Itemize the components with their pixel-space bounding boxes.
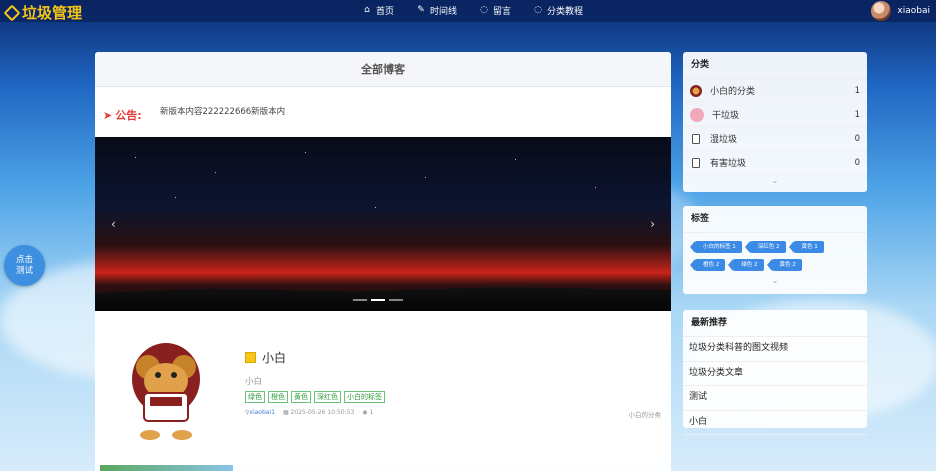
- post-summary: 小白: [245, 377, 263, 387]
- recommend-item[interactable]: 垃圾分类文章: [683, 362, 867, 386]
- post-category[interactable]: 小白的分类: [629, 409, 662, 419]
- eye-icon: ◉: [362, 409, 368, 416]
- category-count: 0: [854, 133, 860, 144]
- page-title: 全部博客: [95, 52, 671, 87]
- announcement-label: ➤ 公告:: [103, 107, 142, 123]
- category-name: 干垃圾: [712, 111, 740, 121]
- post-thumbnail[interactable]: [100, 319, 233, 451]
- carousel-prev-button[interactable]: ‹: [111, 217, 116, 231]
- logo-icon: [3, 4, 21, 21]
- category-item[interactable]: 干垃圾 1: [683, 103, 867, 127]
- category-name: 湿垃圾: [710, 135, 738, 145]
- nav-label: 时间线: [430, 7, 458, 17]
- blog-post-card[interactable]: 小白 小白 绿色 橙色 黄色 深红色 小白的标签 ⚲xiaobai1 ▦ 202…: [95, 311, 671, 461]
- carousel[interactable]: ‹ ›: [95, 137, 671, 311]
- main-content: 全部博客 ➤ 公告: 新版本内容222222666新版本内 ‹ › 小白 小白 …: [95, 52, 671, 471]
- username: xiaobai: [897, 6, 930, 16]
- tag-item[interactable]: 深红色 2: [744, 241, 786, 253]
- category-name: 小白的分类: [710, 87, 756, 97]
- chat-icon: ◌: [534, 5, 542, 15]
- user-menu[interactable]: xiaobai: [871, 1, 930, 21]
- nav-timeline[interactable]: ✎ 时间线: [416, 4, 458, 18]
- tag-item[interactable]: 黄色 1: [788, 241, 824, 253]
- carousel-dot[interactable]: [389, 299, 403, 301]
- category-title: 分类: [683, 52, 867, 79]
- main-nav: ⌂ 首页 ✎ 时间线 ◌ 留言 ◌ 分类教程: [362, 4, 584, 18]
- carousel-landscape: [95, 287, 671, 311]
- edit-icon: ✎: [417, 5, 425, 15]
- tag-cloud: 小白的标签 1 深红色 2 黄色 1 橙色 2 绿色 2 黄色 2: [683, 233, 867, 275]
- category-item[interactable]: 湿垃圾 0: [683, 127, 867, 151]
- fab-line1: 点击: [15, 254, 33, 265]
- nav-category-tutorial[interactable]: ◌ 分类教程: [533, 4, 584, 18]
- carousel-dot[interactable]: [371, 299, 385, 301]
- recommend-item[interactable]: 小白: [683, 411, 867, 435]
- home-icon: ⌂: [364, 5, 370, 15]
- recommend-card: 最新推荐 垃圾分类科普的图文视频 垃圾分类文章 测试 小白: [683, 310, 867, 435]
- nav-home[interactable]: ⌂ 首页: [362, 4, 395, 18]
- post-author-name: xiaobai1: [249, 409, 275, 416]
- category-card: 分类 小白的分类 1 干垃圾 1 湿垃圾 0 有害垃圾 0 ⌄: [683, 52, 867, 192]
- recommend-item[interactable]: 垃圾分类科普的图文视频: [683, 337, 867, 362]
- post-views: ◉ 1: [362, 409, 373, 416]
- category-item[interactable]: 有害垃圾 0: [683, 151, 867, 175]
- document-icon: [692, 157, 700, 168]
- post-tag[interactable]: 橙色: [268, 391, 288, 403]
- post-meta: ⚲xiaobai1 ▦ 2025-05-26 10:50:53 ◉ 1: [245, 409, 373, 416]
- announcement: ➤ 公告: 新版本内容222222666新版本内: [95, 87, 671, 137]
- post-tag[interactable]: 深红色: [314, 391, 341, 403]
- site-title: 垃圾管理: [22, 4, 83, 22]
- chevron-down-icon[interactable]: ⌄: [683, 275, 867, 287]
- announcement-label-text: 公告:: [115, 109, 142, 122]
- avatar-icon: [690, 107, 704, 122]
- fab-line2: 测试: [15, 265, 33, 276]
- post-views-count: 1: [369, 409, 374, 416]
- post-tag[interactable]: 小白的标签: [344, 391, 385, 403]
- avatar: [871, 1, 892, 21]
- tag-item[interactable]: 小白的标签 1: [690, 241, 742, 253]
- nav-label: 分类教程: [547, 7, 584, 17]
- monkey-icon: [690, 84, 702, 97]
- megaphone-icon: ➤: [103, 108, 113, 122]
- post-author[interactable]: ⚲xiaobai1: [245, 409, 275, 416]
- post-title-icon: [245, 352, 256, 363]
- test-float-button[interactable]: 点击 测试: [4, 245, 45, 286]
- category-name: 有害垃圾: [710, 159, 747, 169]
- site-logo[interactable]: 垃圾管理: [3, 2, 83, 23]
- post-tags: 绿色 橙色 黄色 深红色 小白的标签: [245, 391, 385, 403]
- top-navbar: 垃圾管理 ⌂ 首页 ✎ 时间线 ◌ 留言 ◌ 分类教程 xiaobai: [0, 0, 936, 22]
- monkey-image: [132, 343, 200, 440]
- next-post-thumbnail[interactable]: [100, 465, 233, 471]
- document-icon: [692, 133, 700, 144]
- carousel-next-button[interactable]: ›: [650, 217, 655, 231]
- chevron-down-icon[interactable]: ⌄: [683, 175, 867, 187]
- recommend-item[interactable]: 测试: [683, 386, 867, 411]
- post-date: ▦ 2025-05-26 10:50:53: [283, 409, 354, 416]
- post-date-text: 2025-05-26 10:50:53: [290, 409, 355, 416]
- carousel-dot[interactable]: [353, 299, 367, 301]
- post-tag[interactable]: 绿色: [245, 391, 265, 403]
- nav-message[interactable]: ◌ 留言: [479, 4, 512, 18]
- announcement-text: 新版本内容222222666新版本内: [160, 107, 286, 117]
- tag-card: 标签 小白的标签 1 深红色 2 黄色 1 橙色 2 绿色 2 黄色 2 ⌄: [683, 206, 867, 294]
- tag-item[interactable]: 绿色 2: [728, 259, 764, 271]
- tag-item[interactable]: 橙色 2: [689, 259, 726, 271]
- tag-item[interactable]: 黄色 2: [766, 259, 802, 271]
- calendar-icon: ▦: [282, 409, 289, 416]
- category-count: 0: [854, 157, 860, 168]
- category-count: 1: [854, 109, 860, 120]
- tag-title: 标签: [683, 206, 867, 233]
- carousel-indicators: [353, 299, 403, 301]
- post-title[interactable]: 小白: [245, 349, 286, 366]
- post-title-text: 小白: [262, 351, 287, 365]
- category-count: 1: [854, 85, 860, 96]
- chat-icon: ◌: [480, 5, 488, 15]
- post-tag[interactable]: 黄色: [291, 391, 311, 403]
- recommend-title: 最新推荐: [683, 310, 867, 337]
- category-item[interactable]: 小白的分类 1: [683, 79, 867, 103]
- nav-label: 留言: [493, 7, 512, 17]
- nav-label: 首页: [376, 7, 395, 17]
